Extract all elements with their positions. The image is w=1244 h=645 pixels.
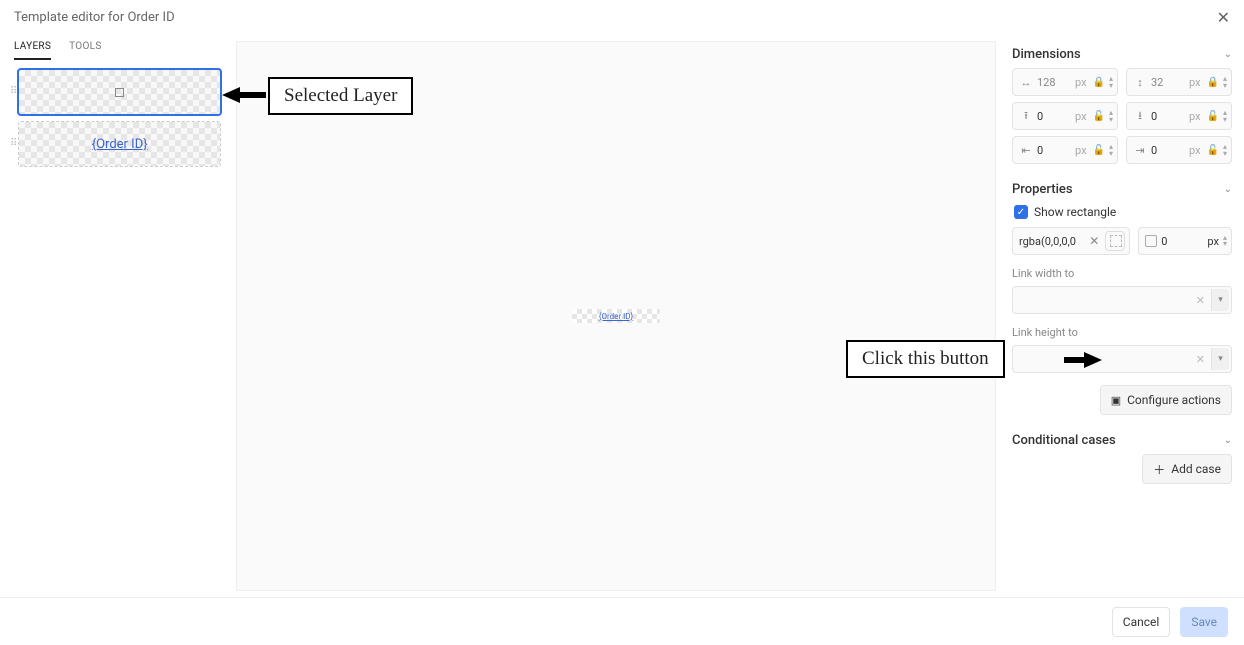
clear-icon[interactable]: ✕	[1196, 294, 1205, 307]
unlock-icon[interactable]: 🔓	[1207, 111, 1219, 122]
drag-handle-icon[interactable]: ⠿	[10, 88, 15, 96]
section-dimensions-header[interactable]: Dimensions ⌄	[1012, 47, 1232, 62]
layer-row: ⠿	[10, 70, 220, 114]
section-title: Dimensions	[1012, 47, 1081, 62]
chevron-down-icon: ⌄	[1224, 435, 1232, 446]
editor-body: LAYERS TOOLS ⠿ ⠿ {Order ID}	[0, 35, 1244, 597]
width-value: 128	[1037, 76, 1071, 89]
tab-tools[interactable]: TOOLS	[69, 41, 101, 60]
link-height-select[interactable]: ✕ ▾	[1012, 345, 1232, 373]
stepper-icon[interactable]: ▴▾	[1223, 76, 1227, 89]
stepper-icon[interactable]: ▴▾	[1223, 144, 1227, 157]
unit-label: px	[1207, 235, 1219, 248]
unit-label: px	[1075, 76, 1087, 89]
left-panel: LAYERS TOOLS ⠿ ⠿ {Order ID}	[0, 35, 230, 597]
checkbox-checked-icon: ✓	[1014, 205, 1028, 219]
layer-row: ⠿ {Order ID}	[10, 122, 220, 166]
fill-value: rgba(0,0,0,0	[1019, 235, 1085, 248]
template-editor-window: Template editor for Order ID ✕ LAYERS TO…	[0, 0, 1244, 645]
padding-bottom-input[interactable]: ⭳ 0 px 🔓 ▴▾	[1126, 102, 1232, 130]
padding-bottom-icon: ⭳	[1133, 107, 1147, 126]
section-title: Properties	[1012, 182, 1073, 197]
width-icon: ↔	[1019, 76, 1033, 89]
height-input[interactable]: ↕ 32 px 🔒 ▴▾	[1126, 68, 1232, 96]
chevron-down-icon[interactable]: ▾	[1211, 289, 1229, 311]
link-width-label: Link width to	[1012, 267, 1232, 280]
padding-top-input[interactable]: ⭱ 0 px 🔓 ▴▾	[1012, 102, 1118, 130]
stepper-icon[interactable]: ▴▾	[1109, 76, 1113, 89]
close-button[interactable]: ✕	[1217, 8, 1230, 27]
unlock-icon[interactable]: 🔓	[1093, 145, 1105, 156]
footer: Cancel Save	[0, 597, 1244, 645]
add-case-label: Add case	[1171, 462, 1221, 476]
inspector-panel: Dimensions ⌄ ↔ 128 px 🔒 ▴▾ ↕ 32 px 🔒 ▴▾	[1002, 35, 1244, 597]
border-width-value: 0	[1161, 235, 1203, 248]
unlock-icon[interactable]: 🔓	[1207, 145, 1219, 156]
chevron-down-icon[interactable]: ▾	[1211, 348, 1229, 370]
padding-right-icon: ⇥	[1133, 144, 1147, 157]
section-title: Conditional cases	[1012, 433, 1116, 448]
unlock-icon[interactable]: 🔓	[1093, 111, 1105, 122]
tab-layers[interactable]: LAYERS	[14, 41, 51, 60]
configure-actions-label: Configure actions	[1127, 393, 1221, 407]
titlebar: Template editor for Order ID ✕	[0, 0, 1244, 35]
lock-icon[interactable]: 🔒	[1207, 77, 1219, 88]
canvas-placeholder-label: {Order ID}	[599, 312, 633, 321]
layer-list: ⠿ ⠿ {Order ID}	[10, 70, 220, 166]
configure-actions-button[interactable]: ▣ Configure actions	[1100, 385, 1232, 415]
stepper-icon[interactable]: ▴▾	[1109, 110, 1113, 123]
padding-top-icon: ⭱	[1019, 107, 1033, 126]
link-height-label: Link height to	[1012, 326, 1232, 339]
stepper-icon[interactable]: ▴▾	[1223, 235, 1227, 247]
lock-icon[interactable]: 🔒	[1093, 77, 1105, 88]
stepper-icon[interactable]: ▴▾	[1223, 110, 1227, 123]
padding-right-input[interactable]: ⇥ 0 px 🔓 ▴▾	[1126, 136, 1232, 164]
section-conditional-header[interactable]: Conditional cases ⌄	[1012, 433, 1232, 448]
padding-left-icon: ⇤	[1019, 144, 1033, 157]
window-title: Template editor for Order ID	[14, 10, 175, 25]
height-value: 32	[1151, 76, 1185, 89]
layer-thumbnail-rectangle[interactable]	[19, 70, 220, 114]
plus-icon: ＋	[1153, 461, 1165, 478]
border-width-input[interactable]: 0 px ▴▾	[1138, 227, 1232, 255]
fill-color-input[interactable]: rgba(0,0,0,0 ✕	[1012, 227, 1130, 255]
chevron-down-icon: ⌄	[1224, 184, 1232, 195]
clear-icon[interactable]: ✕	[1089, 234, 1099, 248]
height-icon: ↕	[1133, 76, 1147, 89]
rectangle-icon	[115, 88, 124, 97]
drag-handle-icon[interactable]: ⠿	[10, 140, 15, 148]
cancel-button[interactable]: Cancel	[1112, 607, 1171, 637]
canvas[interactable]: {Order ID}	[236, 41, 996, 591]
checkbox-label: Show rectangle	[1034, 205, 1116, 219]
layer-link-label: {Order ID}	[92, 137, 148, 152]
border-icon	[1145, 235, 1157, 247]
color-swatch[interactable]	[1105, 231, 1125, 251]
clear-icon[interactable]: ✕	[1196, 353, 1205, 366]
section-properties-header[interactable]: Properties ⌄	[1012, 182, 1232, 197]
layer-thumbnail-link[interactable]: {Order ID}	[19, 122, 220, 166]
play-square-icon: ▣	[1111, 394, 1121, 407]
unit-label: px	[1189, 76, 1201, 89]
save-button[interactable]: Save	[1180, 607, 1228, 637]
canvas-placeholder-object[interactable]: {Order ID}	[572, 309, 660, 323]
add-case-button[interactable]: ＋ Add case	[1142, 454, 1232, 484]
link-width-select[interactable]: ✕ ▾	[1012, 286, 1232, 314]
width-input[interactable]: ↔ 128 px 🔒 ▴▾	[1012, 68, 1118, 96]
show-rectangle-checkbox[interactable]: ✓ Show rectangle	[1012, 203, 1232, 221]
chevron-down-icon: ⌄	[1224, 49, 1232, 60]
stepper-icon[interactable]: ▴▾	[1109, 144, 1113, 157]
left-tabs: LAYERS TOOLS	[10, 35, 220, 60]
padding-left-input[interactable]: ⇤ 0 px 🔓 ▴▾	[1012, 136, 1118, 164]
